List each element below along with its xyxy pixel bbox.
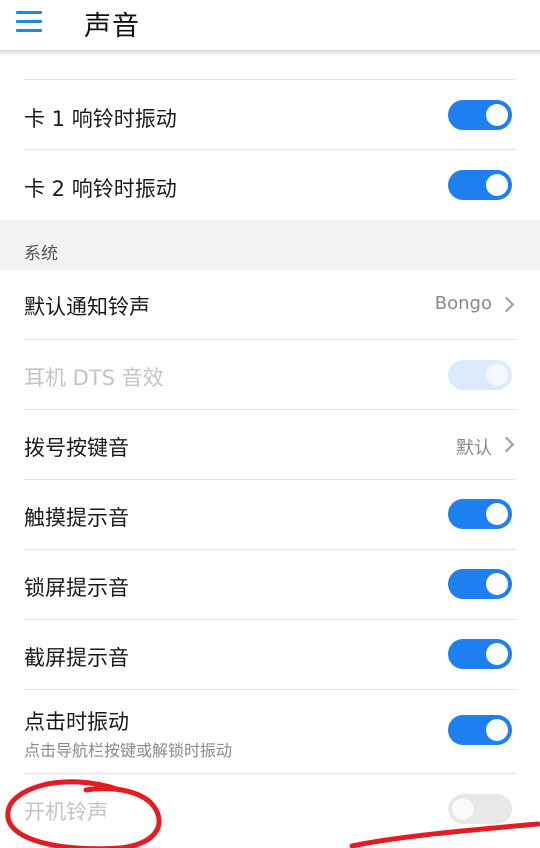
- setting-sublabel: 点击导航栏按键或解锁时振动: [24, 741, 233, 760]
- setting-row-notification-ringtone[interactable]: 默认通知铃声 Bongo: [0, 270, 540, 340]
- app-header: 声音: [0, 0, 540, 50]
- setting-value: Bongo: [434, 293, 492, 314]
- setting-row-screenshot-sound[interactable]: 截屏提示音: [0, 620, 540, 690]
- setting-row-sim1-vibrate[interactable]: 卡 1 响铃时振动: [0, 80, 540, 150]
- setting-row-sim2-vibrate[interactable]: 卡 2 响铃时振动: [0, 150, 540, 220]
- setting-label: 拨号按键音: [24, 436, 129, 460]
- setting-value: 默认: [456, 438, 492, 459]
- chevron-right-icon: [498, 296, 515, 313]
- setting-label: 卡 2 响铃时振动: [24, 177, 177, 201]
- setting-label: 点击时振动: [24, 710, 129, 734]
- setting-label: 耳机 DTS 音效: [24, 366, 164, 390]
- toggle-switch[interactable]: [448, 715, 512, 745]
- page-title: 声音: [84, 11, 140, 42]
- setting-row-touch-sound[interactable]: 触摸提示音: [0, 480, 540, 550]
- chevron-right-icon: [498, 436, 515, 453]
- setting-row-lock-sound[interactable]: 锁屏提示音: [0, 550, 540, 620]
- setting-label: 卡 1 响铃时振动: [24, 107, 177, 131]
- setting-label: 默认通知铃声: [24, 295, 150, 319]
- setting-label: 开机铃声: [24, 800, 108, 824]
- hamburger-menu-icon[interactable]: [14, 6, 48, 36]
- setting-row-dial-pad-tone[interactable]: 拨号按键音 默认: [0, 410, 540, 480]
- setting-label: 触摸提示音: [24, 506, 129, 530]
- setting-label: 锁屏提示音: [24, 576, 129, 600]
- section-header-system: 系统: [0, 220, 540, 270]
- toggle-switch[interactable]: [448, 499, 512, 529]
- toggle-switch[interactable]: [448, 639, 512, 669]
- setting-label: 截屏提示音: [24, 646, 129, 670]
- toggle-switch[interactable]: [448, 100, 512, 130]
- toggle-switch: [448, 794, 512, 824]
- clipped-previous-row: [0, 54, 540, 80]
- setting-row-tap-vibrate[interactable]: 点击时振动 点击导航栏按键或解锁时振动: [0, 690, 540, 774]
- toggle-switch[interactable]: [448, 569, 512, 599]
- section-label: 系统: [24, 244, 58, 264]
- toggle-switch[interactable]: [448, 170, 512, 200]
- setting-row-boot-ringtone: 开机铃声: [0, 774, 540, 848]
- toggle-switch: [448, 360, 512, 390]
- setting-row-dts-audio: 耳机 DTS 音效: [0, 340, 540, 410]
